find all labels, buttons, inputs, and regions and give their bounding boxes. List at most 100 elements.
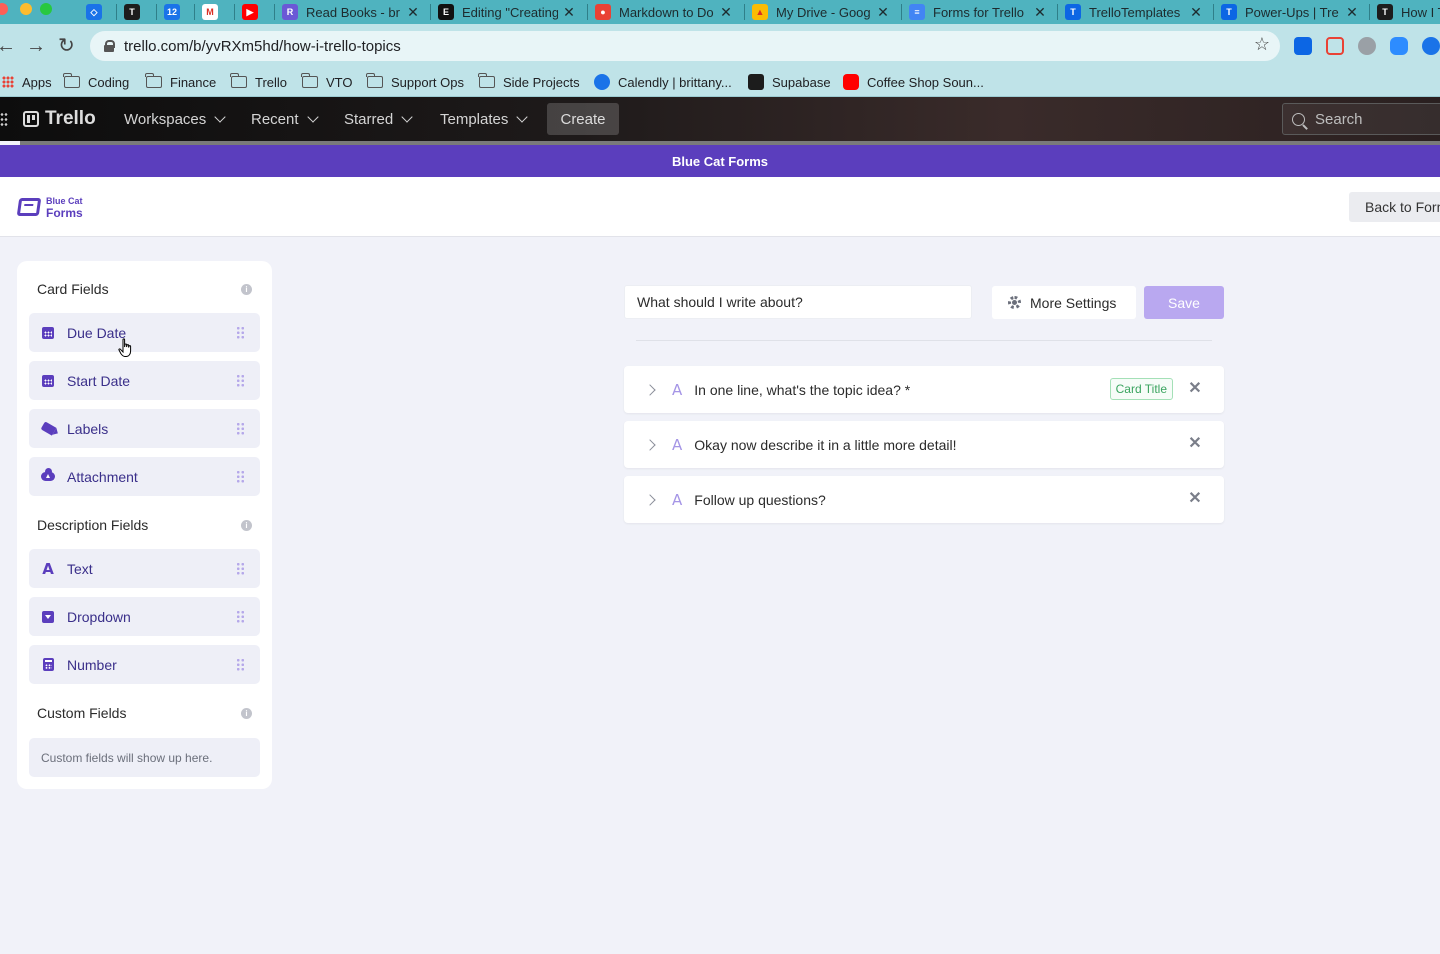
address-bar[interactable]: trello.com/b/yvRXm5hd/how-i-trello-topic… xyxy=(90,31,1280,61)
section-title-custom-fields: Custom Fields xyxy=(37,705,127,721)
menu-starred[interactable]: Starred xyxy=(344,97,413,141)
browser-tab[interactable]: ≡ Forms for Trello ✕ xyxy=(909,0,1047,24)
bookmark-item[interactable]: Supabase xyxy=(748,68,831,96)
tab-title: How I T xyxy=(1401,4,1440,20)
search-input[interactable]: Search xyxy=(1282,103,1440,135)
forward-arrow-icon[interactable]: → xyxy=(26,34,46,58)
bookmark-item[interactable]: Calendly | brittany... xyxy=(594,68,732,96)
browser-tab[interactable]: 12 xyxy=(164,0,194,24)
save-button[interactable]: Save xyxy=(1144,286,1224,319)
window-close-button[interactable] xyxy=(0,3,8,15)
blue-cat-forms-logo: Blue Cat Forms xyxy=(16,196,83,219)
info-icon[interactable]: i xyxy=(241,520,252,531)
menu-recent[interactable]: Recent xyxy=(251,97,319,141)
close-icon[interactable]: ✕ xyxy=(1188,380,1202,398)
zoom-extension-icon[interactable] xyxy=(1390,37,1408,55)
field-number[interactable]: Number xyxy=(29,645,260,684)
menu-templates[interactable]: Templates xyxy=(440,97,529,141)
bookmark-item[interactable]: Apps xyxy=(2,68,52,96)
profile-extension-icon[interactable] xyxy=(1422,37,1440,55)
more-settings-button[interactable]: More Settings xyxy=(992,286,1136,319)
field-text[interactable]: A Text xyxy=(29,549,260,588)
drag-handle-icon[interactable] xyxy=(236,610,245,623)
menu-workspaces[interactable]: Workspaces xyxy=(124,97,226,141)
url-text[interactable]: trello.com/b/yvRXm5hd/how-i-trello-topic… xyxy=(124,38,401,55)
browser-tab[interactable]: ▲ My Drive - Goog ✕ xyxy=(752,0,890,24)
browser-tab[interactable]: R Read Books - br ✕ xyxy=(282,0,420,24)
drag-handle-icon[interactable] xyxy=(236,562,245,575)
trello-logo[interactable]: Trello xyxy=(23,108,96,130)
close-icon[interactable]: ✕ xyxy=(1188,490,1202,508)
question-row[interactable]: A Okay now describe it in a little more … xyxy=(624,421,1224,468)
tab-close-icon[interactable]: ✕ xyxy=(562,4,576,21)
back-to-forms-button[interactable]: Back to Forms xyxy=(1349,192,1440,222)
trello-header: Trello Workspaces Recent Starred Templat… xyxy=(0,97,1440,141)
reload-icon[interactable]: ↻ xyxy=(58,34,75,58)
tab-close-icon[interactable]: ✕ xyxy=(876,4,890,21)
drag-handle-icon[interactable] xyxy=(236,422,245,435)
browser-tab[interactable]: ● Markdown to Do ✕ xyxy=(595,0,733,24)
question-row[interactable]: A Follow up questions? ✕ xyxy=(624,476,1224,523)
tab-close-icon[interactable]: ✕ xyxy=(406,4,420,21)
bookmark-item[interactable]: Finance xyxy=(145,68,216,96)
question-text: Follow up questions? xyxy=(694,491,826,508)
tab-close-icon[interactable]: ✕ xyxy=(1033,4,1047,21)
bookmark-item[interactable]: Coding xyxy=(63,68,129,96)
drag-handle-icon[interactable] xyxy=(236,326,245,339)
bookmark-item[interactable]: Coffee Shop Soun... xyxy=(843,68,984,96)
chevron-right-icon[interactable] xyxy=(644,493,656,506)
info-icon[interactable]: i xyxy=(241,284,252,295)
tab-favicon-icon: T xyxy=(1221,4,1237,20)
drag-handle-icon[interactable] xyxy=(236,658,245,671)
browser-tab[interactable]: ◇ xyxy=(86,0,116,24)
calculator-icon xyxy=(41,658,55,672)
screen-record-extension-icon[interactable] xyxy=(1326,37,1344,55)
bookmark-item[interactable]: Support Ops xyxy=(366,68,464,96)
question-row[interactable]: A In one line, what's the topic idea? * … xyxy=(624,366,1224,413)
field-attachment[interactable]: Attachment xyxy=(29,457,260,496)
lock-icon[interactable] xyxy=(104,40,115,52)
info-icon[interactable]: i xyxy=(241,708,252,719)
bookmark-item[interactable]: Side Projects xyxy=(478,68,580,96)
window-zoom-button[interactable] xyxy=(40,3,52,15)
bookmark-star-icon[interactable]: ☆ xyxy=(1254,34,1270,55)
tab-separator xyxy=(194,4,195,20)
window-minimize-button[interactable] xyxy=(20,3,32,15)
app-switcher-icon[interactable] xyxy=(0,112,8,126)
back-arrow-icon[interactable]: ← xyxy=(0,34,16,58)
field-start-date[interactable]: Start Date xyxy=(29,361,260,400)
form-title-input[interactable] xyxy=(624,285,972,319)
bookmark-item[interactable]: VTO xyxy=(301,68,353,96)
tab-close-icon[interactable]: ✕ xyxy=(719,4,733,21)
close-icon[interactable]: ✕ xyxy=(1188,435,1202,453)
power-extension-icon[interactable] xyxy=(1358,37,1376,55)
browser-tab[interactable]: E Editing "Creating ✕ xyxy=(438,0,576,24)
tab-favicon-icon: R xyxy=(282,4,298,20)
calendar-icon xyxy=(41,326,55,340)
bookmark-label: Apps xyxy=(22,74,52,90)
tab-separator xyxy=(1213,4,1214,20)
browser-tab[interactable]: ▶ xyxy=(242,0,272,24)
bookmark-item[interactable]: Trello xyxy=(230,68,287,96)
chevron-right-icon[interactable] xyxy=(644,383,656,396)
browser-tab[interactable]: T How I T xyxy=(1377,0,1440,24)
browser-tab[interactable]: T xyxy=(124,0,154,24)
browser-tab[interactable]: M xyxy=(202,0,232,24)
tab-close-icon[interactable]: ✕ xyxy=(1189,4,1203,21)
browser-tab[interactable]: T TrelloTemplates ✕ xyxy=(1065,0,1203,24)
drag-handle-icon[interactable] xyxy=(236,374,245,387)
field-dropdown[interactable]: Dropdown xyxy=(29,597,260,636)
field-due-date[interactable]: Due Date xyxy=(29,313,260,352)
tab-close-icon[interactable]: ✕ xyxy=(1345,4,1359,21)
menu-templates-label: Templates xyxy=(440,110,509,128)
create-button[interactable]: Create xyxy=(547,103,619,135)
browser-tab[interactable]: T Power-Ups | Tre ✕ xyxy=(1221,0,1359,24)
drag-handle-icon[interactable] xyxy=(236,470,245,483)
trello-extension-icon[interactable] xyxy=(1294,37,1312,55)
powerup-title: Blue Cat Forms xyxy=(671,153,769,169)
bookmark-label: Side Projects xyxy=(503,74,580,90)
field-labels[interactable]: Labels xyxy=(29,409,260,448)
tab-favicon-icon: ▶ xyxy=(242,4,258,20)
search-placeholder: Search xyxy=(1315,110,1363,128)
chevron-right-icon[interactable] xyxy=(644,438,656,451)
